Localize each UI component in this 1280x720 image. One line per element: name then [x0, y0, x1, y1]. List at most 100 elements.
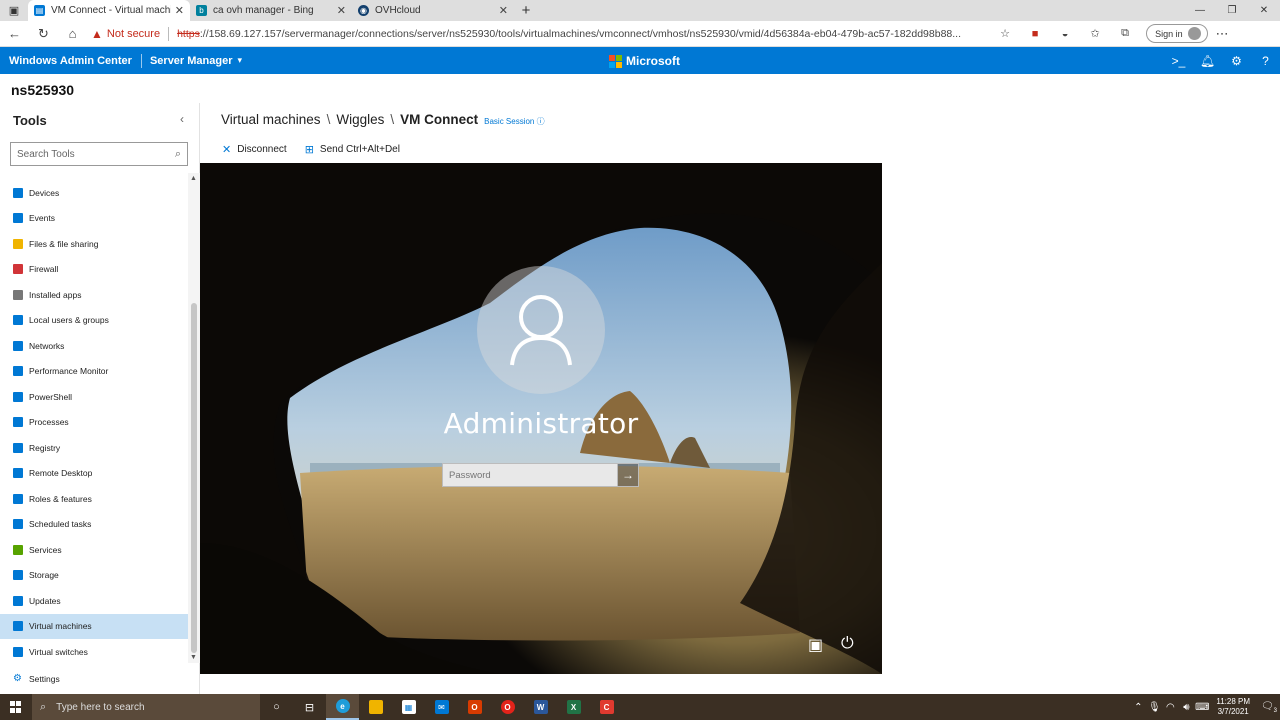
maximize-icon[interactable]: ❐ — [1216, 0, 1248, 21]
file-explorer-icon[interactable] — [359, 694, 392, 720]
powershell-console-icon[interactable]: >_ — [1164, 54, 1193, 68]
tab-ovhcloud[interactable]: ◉ OVHcloud ✕ — [352, 0, 514, 21]
home-icon[interactable]: ⌂ — [58, 21, 87, 47]
word-icon[interactable]: W — [524, 694, 557, 720]
sidebar-item-networks[interactable]: Networks — [0, 333, 188, 359]
sidebar-item-virtual-machines[interactable]: Virtual machines — [0, 613, 188, 639]
extension-glasses-icon[interactable]: ◒ — [1050, 28, 1080, 40]
gear-icon: ⚙ — [13, 673, 22, 684]
tab-vm-connect[interactable]: ▤ VM Connect - Virtual machines ✕ — [28, 0, 190, 21]
notification-center-icon[interactable]: 🗨︎3 — [1258, 701, 1280, 714]
sidebar-item-label: Services — [29, 544, 62, 555]
keyboard-icon: ⊞ — [304, 144, 314, 156]
new-tab-button[interactable]: + — [514, 0, 538, 21]
sidebar-item-settings[interactable]: ⚙ Settings — [13, 673, 60, 685]
password-input[interactable] — [443, 464, 617, 486]
app-title[interactable]: Windows Admin Center — [0, 55, 141, 67]
server-manager-label: Server Manager — [149, 54, 233, 67]
microsoft-logo: Microsoft — [609, 54, 680, 68]
extension-red-icon[interactable]: ■ — [1020, 28, 1050, 40]
sidebar-item-roles-features[interactable]: Roles & features — [0, 486, 188, 512]
task-view-icon[interactable]: ⊟ — [293, 694, 326, 720]
taskbar-search-placeholder: Type here to search — [56, 701, 145, 713]
sidebar-item-label: Updates — [29, 595, 61, 606]
favorites-icon[interactable]: ✩ — [1080, 27, 1110, 40]
sidebar-item-devices[interactable]: Devices — [0, 180, 188, 206]
server-manager-dropdown[interactable]: Server Manager ▾ — [142, 55, 250, 67]
breadcrumb-vm-name[interactable]: Wiggles — [336, 112, 384, 127]
back-icon[interactable]: ← — [0, 21, 29, 47]
sidebar-item-label: Remote Desktop — [29, 468, 93, 479]
search-tools-input[interactable]: Search Tools ⌕ — [10, 142, 188, 166]
sign-in-button[interactable]: Sign in — [1146, 24, 1208, 43]
power-icon[interactable]: ⏻ — [841, 635, 854, 653]
mail-icon[interactable]: ✉ — [425, 694, 458, 720]
scroll-up-icon[interactable]: ▲ — [190, 175, 197, 182]
sidebar-item-installed-apps[interactable]: Installed apps — [0, 282, 188, 308]
sidebar-item-services[interactable]: Services — [0, 537, 188, 563]
scrollbar-thumb[interactable] — [191, 303, 197, 653]
collections-icon[interactable]: ⧉ — [1110, 27, 1140, 40]
tab-actions-icon[interactable]: ▣ — [0, 0, 28, 21]
sidebar-item-storage[interactable]: Storage — [0, 563, 188, 589]
edge-browser-icon[interactable]: e — [326, 694, 359, 720]
sidebar-item-label: Local users & groups — [29, 315, 109, 326]
refresh-icon[interactable]: ↻ — [29, 21, 58, 47]
sidebar-item-registry[interactable]: Registry — [0, 435, 188, 461]
more-icon[interactable]: ⋯ — [1208, 21, 1237, 47]
session-type-label[interactable]: Basic Session ⓘ — [484, 116, 544, 127]
favorite-star-icon[interactable]: ☆ — [990, 27, 1020, 40]
send-ctrl-alt-del-button[interactable]: ⊞ Send Ctrl+Alt+Del — [305, 143, 400, 156]
close-window-icon[interactable]: ✕ — [1248, 0, 1280, 21]
sidebar-item-label: Registry — [29, 442, 61, 453]
chevron-up-icon[interactable]: ⌃ — [1130, 702, 1146, 713]
sidebar-item-updates[interactable]: Updates — [0, 588, 188, 614]
cortana-icon[interactable]: ○ — [260, 694, 293, 720]
url-field[interactable]: https://158.69.127.157/servermanager/con… — [177, 28, 982, 40]
breadcrumb-virtual-machines[interactable]: Virtual machines — [221, 112, 321, 127]
store-icon[interactable]: ▦ — [392, 694, 425, 720]
sidebar-item-performance-monitor[interactable]: Performance Monitor — [0, 359, 188, 385]
vm-console-screen[interactable]: Administrator → ▣ ⏻ — [200, 163, 882, 674]
header-actions: >_ 🔔︎ ⚙ ? — [1164, 54, 1280, 68]
sidebar-item-virtual-switches[interactable]: Virtual switches — [0, 639, 188, 665]
chevron-down-icon: ▾ — [237, 55, 243, 65]
volume-icon[interactable]: 🔊︎ — [1178, 702, 1194, 713]
disconnect-button[interactable]: ✕ Disconnect — [222, 143, 287, 156]
close-tab-icon[interactable]: ✕ — [499, 4, 508, 17]
wifi-icon[interactable]: ◠ — [1162, 702, 1178, 713]
network-status-icon[interactable]: ▣ — [808, 635, 823, 655]
close-tab-icon[interactable]: ✕ — [175, 4, 184, 17]
sidebar-scrollbar[interactable]: ▲ ▼ — [188, 173, 200, 663]
sidebar-item-files-file-sharing[interactable]: Files & file sharing — [0, 231, 188, 257]
start-button[interactable] — [0, 694, 32, 720]
gear-icon[interactable]: ⚙ — [1222, 54, 1251, 68]
security-indicator[interactable]: ▲ Not secure — [91, 27, 160, 41]
close-tab-icon[interactable]: ✕ — [337, 4, 346, 17]
notifications-icon[interactable]: 🔔︎ — [1193, 54, 1222, 68]
sidebar-item-powershell[interactable]: PowerShell — [0, 384, 188, 410]
opera-icon[interactable]: O — [491, 694, 524, 720]
collapse-sidebar-icon[interactable]: ‹ — [180, 112, 184, 126]
sidebar-item-events[interactable]: Events — [0, 206, 188, 232]
windows-logo-icon — [10, 701, 22, 713]
sidebar-item-firewall[interactable]: Firewall — [0, 257, 188, 283]
sidebar-item-remote-desktop[interactable]: Remote Desktop — [0, 461, 188, 487]
warning-icon: ▲ — [91, 26, 103, 41]
excel-icon[interactable]: X — [557, 694, 590, 720]
help-icon[interactable]: ? — [1251, 54, 1280, 68]
sidebar-item-scheduled-tasks[interactable]: Scheduled tasks — [0, 512, 188, 538]
keyboard-icon[interactable]: ⌨ — [1194, 702, 1210, 713]
red-app-icon[interactable]: C — [590, 694, 623, 720]
scroll-down-icon[interactable]: ▼ — [190, 654, 197, 661]
tab-bing[interactable]: b ca ovh manager - Bing ✕ — [190, 0, 352, 21]
sidebar-item-processes[interactable]: Processes — [0, 410, 188, 436]
taskbar-clock[interactable]: 11:28 PM 3/7/2021 — [1216, 697, 1250, 717]
sidebar-item-local-users-groups[interactable]: Local users & groups — [0, 308, 188, 334]
microphone-icon[interactable]: 🎙︎ — [1146, 702, 1162, 713]
tool-list: Devices Events Files & file sharing Firewal… — [0, 180, 188, 665]
taskbar-search-box[interactable]: ⌕ Type here to search — [32, 694, 260, 720]
minimize-icon[interactable]: — — [1184, 0, 1216, 21]
office-icon[interactable]: O — [458, 694, 491, 720]
submit-arrow-button[interactable]: → — [617, 464, 638, 486]
